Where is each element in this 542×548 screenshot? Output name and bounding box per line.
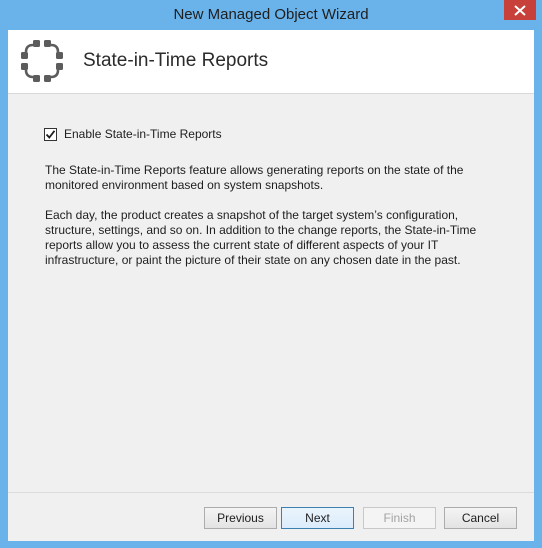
description-paragraph-1: The State-in-Time Reports feature allows… [45, 163, 464, 192]
title-bar[interactable]: New Managed Object Wizard [0, 0, 542, 30]
close-button[interactable] [504, 0, 536, 20]
wizard-footer: Previous Next Finish Cancel [8, 492, 534, 541]
wizard-header: State-in-Time Reports [8, 30, 534, 94]
checkmark-icon [45, 129, 56, 139]
state-in-time-icon [21, 40, 63, 82]
previous-button[interactable]: Previous [204, 507, 277, 529]
close-icon [514, 4, 526, 16]
wizard-window: New Managed Object Wizard State-in-Time … [0, 0, 542, 548]
enable-state-in-time-label: Enable State-in-Time Reports [64, 127, 222, 141]
enable-state-in-time-checkbox[interactable] [44, 127, 57, 141]
window-title: New Managed Object Wizard [173, 6, 369, 23]
page-title: State-in-Time Reports [83, 50, 269, 71]
enable-state-in-time-option[interactable]: Enable State-in-Time Reports [44, 127, 222, 141]
wizard-client-area: State-in-Time Reports Enable State-in-Ti… [8, 30, 534, 541]
next-button[interactable]: Next [281, 507, 354, 529]
wizard-body: Enable State-in-Time Reports The State-i… [8, 94, 534, 492]
finish-button[interactable]: Finish [363, 507, 436, 529]
description-paragraph-2: Each day, the product creates a snapshot… [45, 208, 477, 267]
cancel-button[interactable]: Cancel [444, 507, 517, 529]
